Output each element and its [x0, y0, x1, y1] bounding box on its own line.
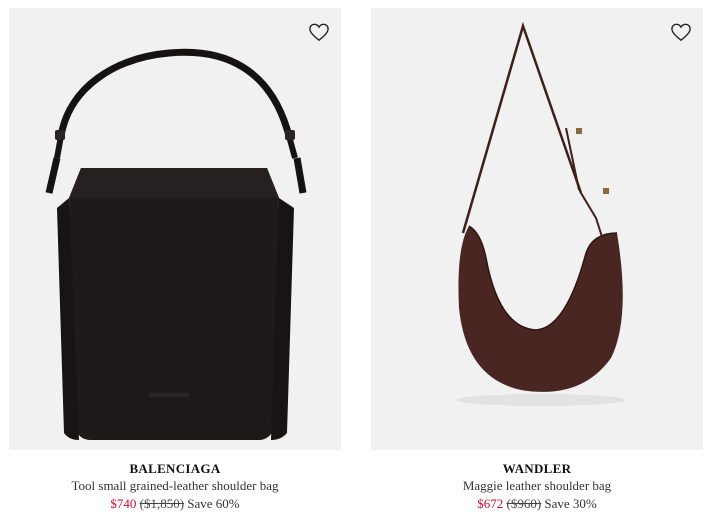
heart-outline-icon — [671, 23, 691, 42]
product-card-balenciaga[interactable]: BALENCIAGA Tool small grained-leather sh… — [9, 8, 341, 518]
original-price: ($1,850) — [139, 496, 185, 511]
bag-image-balenciaga — [45, 48, 307, 440]
designer-name[interactable]: WANDLER — [371, 460, 703, 477]
product-image-balenciaga[interactable] — [9, 8, 341, 450]
bag-image-wandler — [456, 21, 626, 406]
sale-price: $672 — [477, 496, 504, 511]
discount-label: Save 30% — [544, 496, 597, 511]
sale-price: $740 — [110, 496, 137, 511]
product-grid: BALENCIAGA Tool small grained-leather sh… — [0, 0, 713, 521]
product-info: BALENCIAGA Tool small grained-leather sh… — [9, 460, 341, 513]
product-image-wandler[interactable] — [371, 8, 703, 450]
heart-outline-icon — [309, 23, 329, 42]
product-name[interactable]: Tool small grained-leather shoulder bag — [9, 477, 341, 495]
price-row: $740 ($1,850) Save 60% — [9, 495, 341, 513]
wishlist-button[interactable] — [307, 20, 331, 44]
product-card-wandler[interactable]: WANDLER Maggie leather shoulder bag $672… — [371, 8, 703, 518]
wishlist-button[interactable] — [669, 20, 693, 44]
product-info: WANDLER Maggie leather shoulder bag $672… — [371, 460, 703, 513]
price-row: $672 ($960) Save 30% — [371, 495, 703, 513]
product-name[interactable]: Maggie leather shoulder bag — [371, 477, 703, 495]
designer-name[interactable]: BALENCIAGA — [9, 460, 341, 477]
discount-label: Save 60% — [187, 496, 240, 511]
original-price: ($960) — [506, 496, 542, 511]
